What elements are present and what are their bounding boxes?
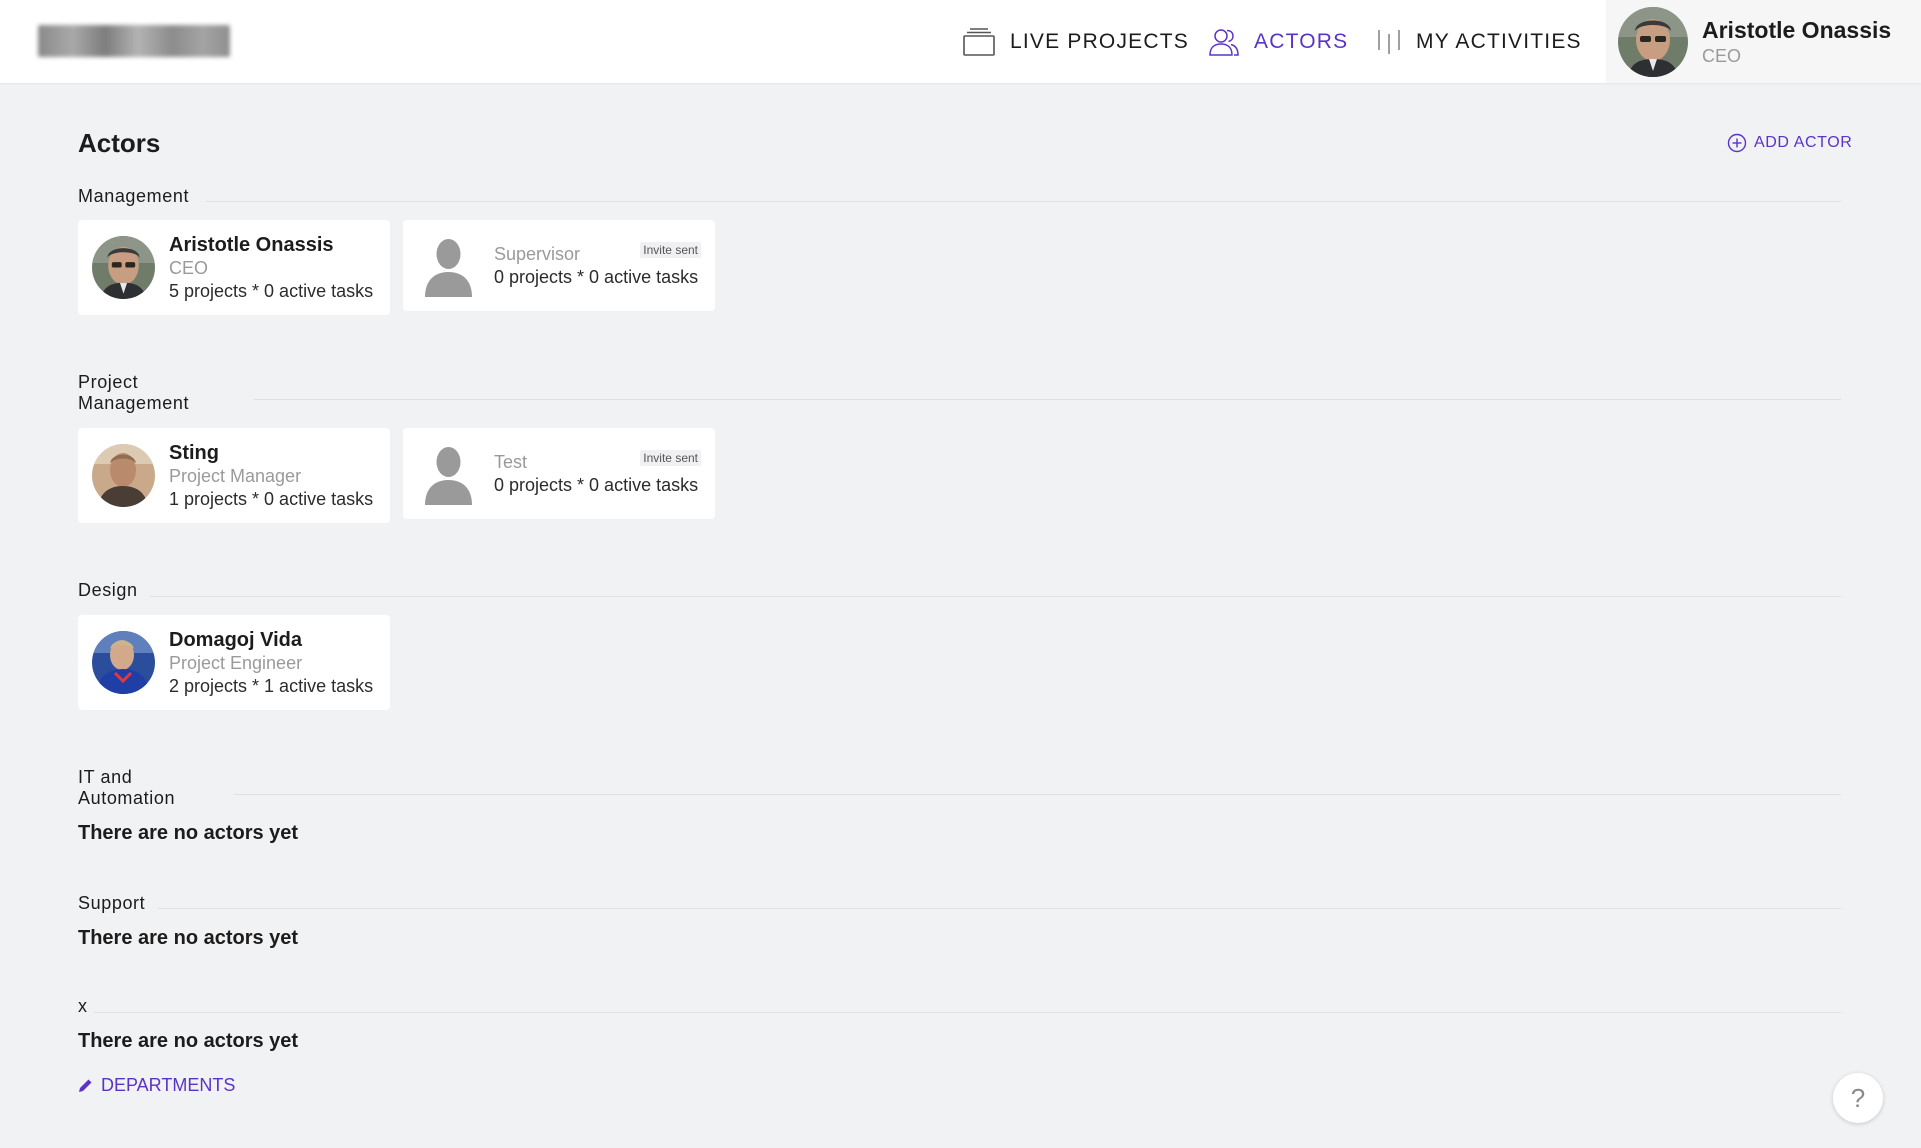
actor-role: Project Engineer [169,652,303,673]
nav-my-activities-label: MY ACTIVITIES [1416,29,1582,53]
actor-role: Project Manager [169,465,302,486]
actor-role: CEO [169,257,209,278]
invite-sent-badge: Invite sent [640,450,701,466]
actor-card[interactable]: Domagoj Vida Project Engineer 2 projects… [78,615,390,710]
avatar [92,444,155,507]
department-heading-line: Automation [78,788,176,808]
department-heading-line: Project [78,372,139,392]
avatar [92,631,155,694]
nav-live-projects-label: LIVE PROJECTS [1010,29,1189,53]
actor-stats: 1 projects * 0 active tasks [169,488,374,509]
actor-card[interactable]: Aristotle Onassis CEO 5 projects * 0 act… [78,220,390,315]
actor-card[interactable]: Test 0 projects * 0 active tasks Invite … [403,428,715,519]
department-heading-line: IT and [78,767,133,787]
actor-stats: 5 projects * 0 active tasks [169,280,374,301]
department-heading: Design [78,580,138,600]
department-divider [254,399,1841,400]
person-silhouette-icon [417,442,480,505]
department-heading: Project Management [78,372,189,414]
top-navigation-bar: LIVE PROJECTS ACTORS MY ACTIVITIES Arist… [0,0,1921,83]
departments-link[interactable]: DEPARTMENTS [78,1075,235,1096]
add-actor-label: ADD ACTOR [1754,134,1853,151]
department-divider [150,596,1841,597]
add-actor-button[interactable]: ADD ACTOR [1727,133,1852,153]
actor-stats: 0 projects * 0 active tasks [494,266,699,287]
avatar [1618,6,1688,77]
actor-name: Sting [169,441,219,464]
nav-actors[interactable]: ACTORS [1208,0,1348,83]
invite-sent-badge: Invite sent [640,242,701,258]
page-title: Actors [78,128,161,158]
department-heading: x [78,996,88,1016]
actor-card[interactable]: Sting Project Manager 1 projects * 0 act… [78,428,390,523]
user-name: Aristotle Onassis [1702,16,1892,43]
department-divider [206,201,1841,202]
plus-circle-icon [1727,133,1747,153]
department-divider [158,908,1841,909]
user-role: CEO [1702,45,1742,66]
avatar [92,236,155,299]
brand-logo[interactable] [38,25,230,57]
nav-actors-label: ACTORS [1254,29,1349,53]
department-divider [94,1012,1841,1013]
help-button[interactable]: ? [1833,1073,1883,1123]
current-user-menu[interactable]: Aristotle Onassis CEO [1606,0,1921,83]
pencil-icon [78,1078,93,1093]
people-icon [1208,27,1240,57]
question-icon: ? [1850,1082,1866,1113]
empty-state-message: There are no actors yet [78,1030,299,1052]
department-heading-line: Management [78,393,190,413]
empty-state-message: There are no actors yet [78,927,299,949]
actor-name: Domagoj Vida [169,628,302,651]
actor-name: Aristotle Onassis [169,233,334,256]
department-divider [234,794,1841,795]
actor-stats: 2 projects * 1 active tasks [169,675,374,696]
stack-icon [962,27,996,57]
department-heading: Support [78,893,146,913]
empty-state-message: There are no actors yet [78,822,299,844]
actor-stats: 0 projects * 0 active tasks [494,474,699,495]
person-silhouette-icon [417,234,480,297]
departments-link-label: DEPARTMENTS [101,1075,236,1095]
bars-icon [1376,28,1402,56]
department-heading: IT and Automation [78,767,175,809]
actor-card[interactable]: Supervisor 0 projects * 0 active tasks I… [403,220,715,311]
nav-my-activities[interactable]: MY ACTIVITIES [1376,0,1582,83]
department-heading: Management [78,186,190,206]
nav-live-projects[interactable]: LIVE PROJECTS [962,0,1189,83]
